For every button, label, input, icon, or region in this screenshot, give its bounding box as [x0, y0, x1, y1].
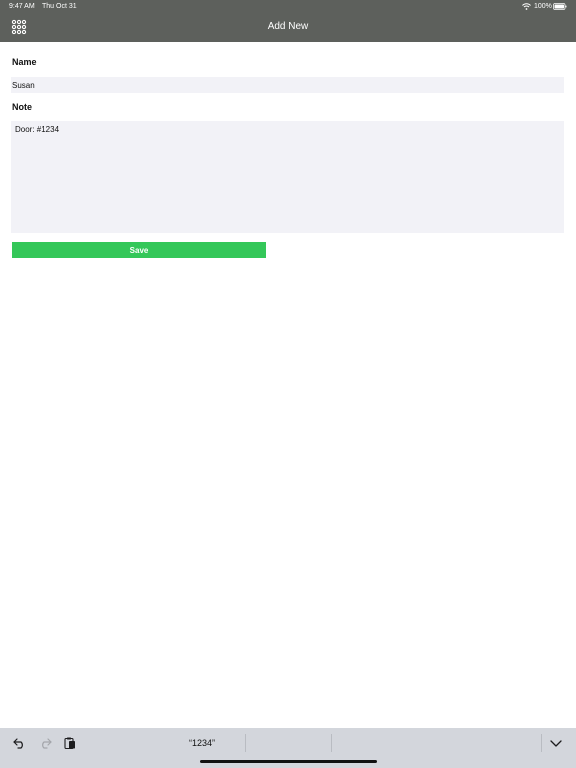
undo-icon[interactable] [13, 737, 27, 749]
battery-icon [553, 3, 567, 10]
redo-icon[interactable] [38, 737, 52, 749]
battery-percent: 100% [534, 3, 552, 10]
wifi-icon [522, 3, 531, 10]
name-label: Name [12, 57, 37, 67]
keyboard-dismiss-icon[interactable] [549, 737, 563, 749]
note-textarea[interactable]: Door: #1234 [11, 121, 564, 233]
home-indicator [200, 760, 377, 763]
paste-icon[interactable] [63, 737, 77, 749]
suggestion-divider [331, 734, 332, 752]
status-date: Thu Oct 31 [42, 3, 77, 10]
page-title: Add New [267, 21, 309, 32]
suggestion-divider [245, 734, 246, 752]
toolbar-divider [541, 734, 542, 752]
top-bar: 9:47 AM Thu Oct 31 100% Add New [0, 0, 576, 42]
save-button[interactable]: Save [12, 242, 266, 258]
note-label: Note [12, 102, 32, 112]
name-input[interactable] [11, 77, 564, 93]
status-time: 9:47 AM [9, 3, 35, 10]
autocorrect-suggestion[interactable]: “1234” [160, 738, 244, 748]
